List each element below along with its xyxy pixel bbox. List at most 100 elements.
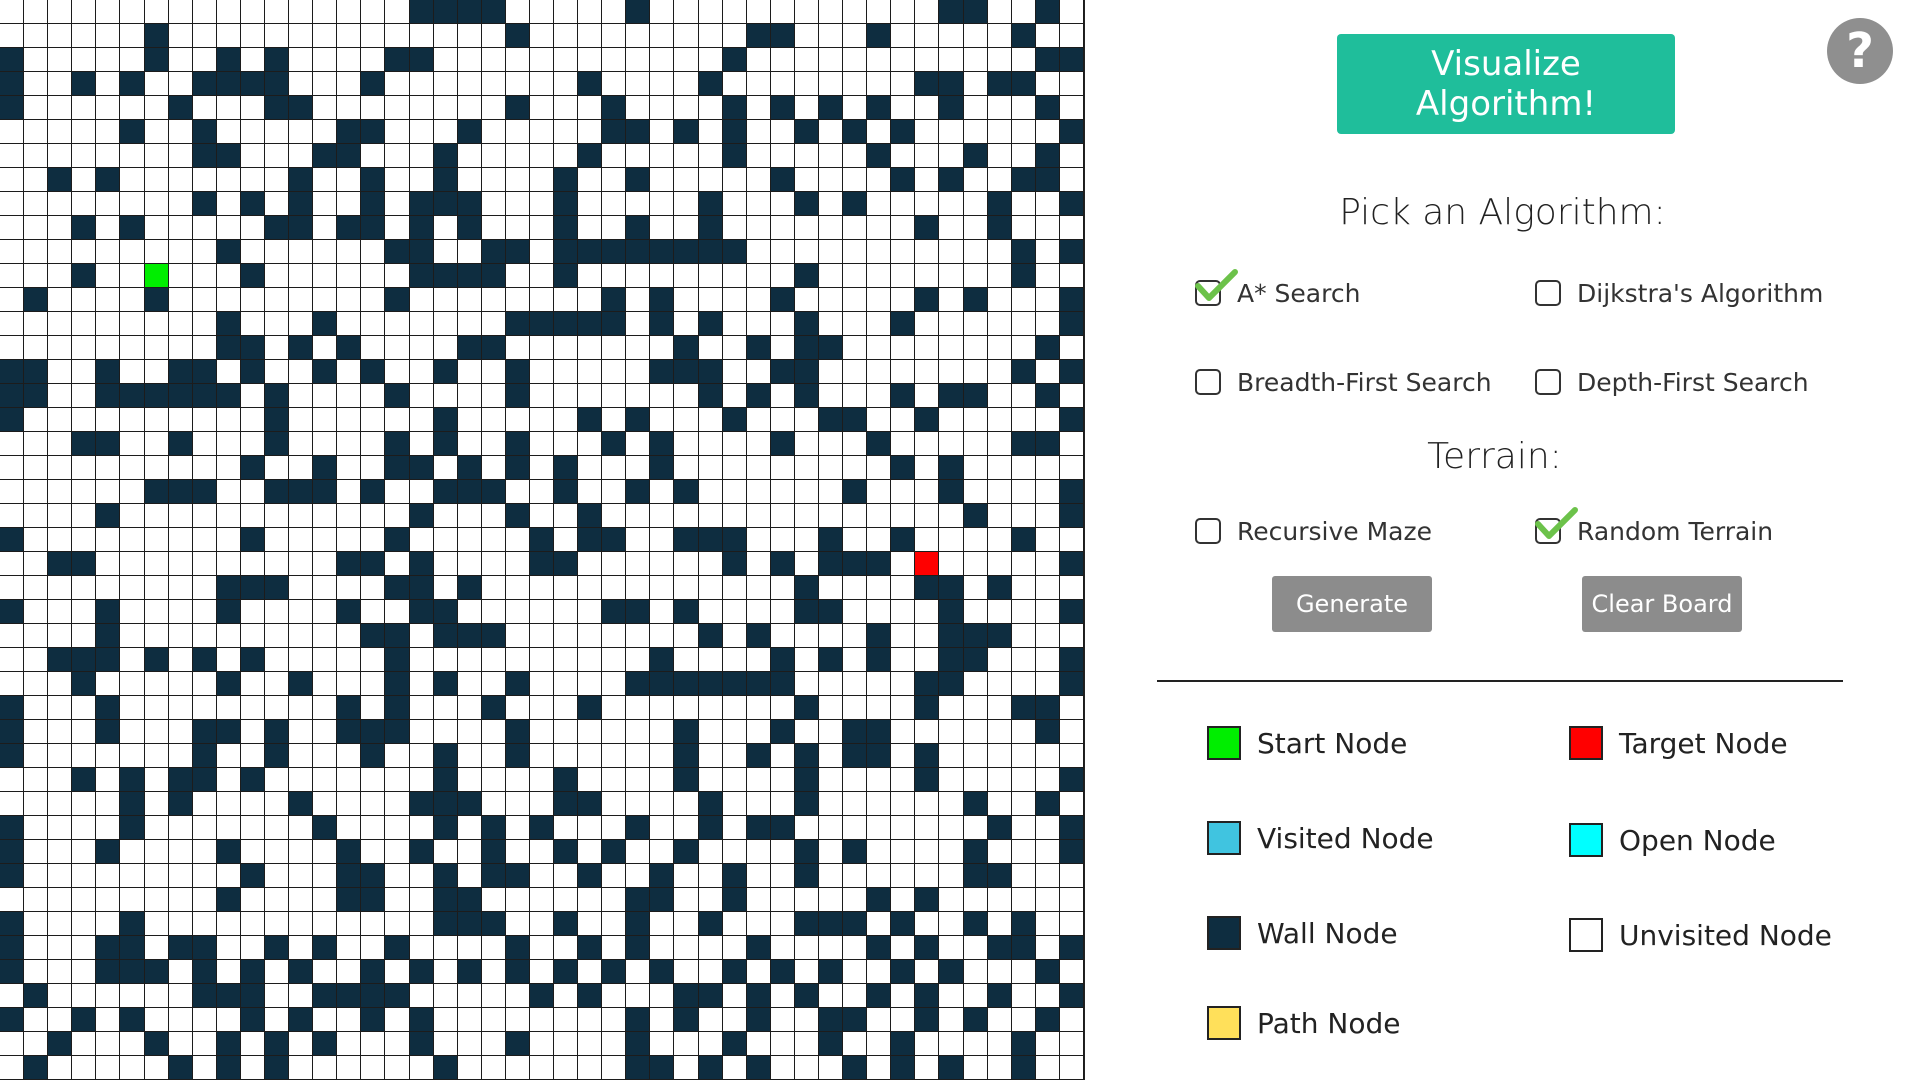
grid-cell[interactable] bbox=[72, 888, 97, 912]
grid-cell[interactable] bbox=[433, 504, 458, 528]
wall-cell[interactable] bbox=[891, 912, 916, 936]
wall-cell[interactable] bbox=[963, 288, 988, 312]
grid-cell[interactable] bbox=[216, 504, 241, 528]
grid-cell[interactable] bbox=[385, 744, 410, 768]
wall-cell[interactable] bbox=[626, 0, 651, 24]
grid-cell[interactable] bbox=[770, 120, 795, 144]
grid-cell[interactable] bbox=[24, 504, 49, 528]
wall-cell[interactable] bbox=[722, 96, 747, 120]
grid-cell[interactable] bbox=[168, 696, 193, 720]
grid-cell[interactable] bbox=[1011, 624, 1036, 648]
grid-cell[interactable] bbox=[337, 48, 362, 72]
grid-cell[interactable] bbox=[1035, 816, 1060, 840]
grid-cell[interactable] bbox=[698, 408, 723, 432]
grid-cell[interactable] bbox=[48, 0, 73, 24]
grid-cell[interactable] bbox=[1059, 912, 1084, 936]
grid-cell[interactable] bbox=[289, 1032, 314, 1056]
grid-cell[interactable] bbox=[529, 72, 555, 96]
grid-cell[interactable] bbox=[602, 1056, 627, 1080]
grid-cell[interactable] bbox=[939, 216, 964, 240]
grid-cell[interactable] bbox=[337, 192, 362, 216]
grid-cell[interactable] bbox=[72, 696, 97, 720]
grid-cell[interactable] bbox=[529, 192, 555, 216]
grid-cell[interactable] bbox=[698, 864, 723, 888]
wall-cell[interactable] bbox=[626, 216, 651, 240]
grid-cell[interactable] bbox=[385, 24, 410, 48]
grid-cell[interactable] bbox=[361, 456, 386, 480]
wall-cell[interactable] bbox=[0, 960, 25, 984]
grid-cell[interactable] bbox=[120, 408, 145, 432]
grid-cell[interactable] bbox=[96, 552, 121, 576]
grid-cell[interactable] bbox=[529, 264, 555, 288]
grid-cell[interactable] bbox=[216, 120, 241, 144]
grid-cell[interactable] bbox=[578, 648, 603, 672]
grid-cell[interactable] bbox=[168, 840, 193, 864]
wall-cell[interactable] bbox=[746, 672, 771, 696]
grid-cell[interactable] bbox=[505, 696, 530, 720]
grid-cell[interactable] bbox=[168, 24, 193, 48]
grid-cell[interactable] bbox=[457, 432, 482, 456]
grid-cell[interactable] bbox=[746, 264, 771, 288]
wall-cell[interactable] bbox=[770, 96, 795, 120]
grid-cell[interactable] bbox=[120, 456, 145, 480]
grid-cell[interactable] bbox=[48, 144, 73, 168]
grid-cell[interactable] bbox=[674, 696, 699, 720]
grid-cell[interactable] bbox=[529, 240, 555, 264]
grid-cell[interactable] bbox=[529, 792, 555, 816]
wall-cell[interactable] bbox=[529, 984, 555, 1008]
wall-cell[interactable] bbox=[361, 168, 386, 192]
wall-cell[interactable] bbox=[674, 600, 699, 624]
grid-cell[interactable] bbox=[843, 768, 868, 792]
grid-cell[interactable] bbox=[361, 408, 386, 432]
grid-cell[interactable] bbox=[602, 216, 627, 240]
grid-cell[interactable] bbox=[337, 480, 362, 504]
grid-cell[interactable] bbox=[794, 48, 820, 72]
grid-cell[interactable] bbox=[216, 264, 241, 288]
grid-cell[interactable] bbox=[72, 1032, 97, 1056]
grid-cell[interactable] bbox=[144, 1056, 169, 1080]
grid-cell[interactable] bbox=[240, 840, 265, 864]
grid-cell[interactable] bbox=[168, 312, 193, 336]
grid-cell[interactable] bbox=[361, 384, 386, 408]
grid-cell[interactable] bbox=[915, 1032, 940, 1056]
grid-cell[interactable] bbox=[433, 96, 458, 120]
grid-cell[interactable] bbox=[794, 168, 820, 192]
wall-cell[interactable] bbox=[240, 960, 265, 984]
wall-cell[interactable] bbox=[264, 72, 290, 96]
grid-cell[interactable] bbox=[337, 1032, 362, 1056]
grid-cell[interactable] bbox=[168, 552, 193, 576]
grid-cell[interactable] bbox=[48, 624, 73, 648]
grid-cell[interactable] bbox=[554, 288, 579, 312]
grid-cell[interactable] bbox=[216, 936, 241, 960]
grid-cell[interactable] bbox=[409, 72, 434, 96]
grid-cell[interactable] bbox=[674, 96, 699, 120]
grid-cell[interactable] bbox=[578, 480, 603, 504]
grid-cell[interactable] bbox=[1059, 1008, 1084, 1032]
grid-cell[interactable] bbox=[794, 24, 820, 48]
grid-cell[interactable] bbox=[722, 288, 747, 312]
grid-cell[interactable] bbox=[1011, 216, 1036, 240]
grid-cell[interactable] bbox=[891, 936, 916, 960]
grid-cell[interactable] bbox=[891, 672, 916, 696]
grid-cell[interactable] bbox=[698, 0, 723, 24]
wall-cell[interactable] bbox=[192, 768, 217, 792]
grid-cell[interactable] bbox=[987, 720, 1012, 744]
grid-cell[interactable] bbox=[529, 648, 555, 672]
grid-cell[interactable] bbox=[481, 432, 506, 456]
grid-cell[interactable] bbox=[337, 936, 362, 960]
wall-cell[interactable] bbox=[891, 528, 916, 552]
wall-cell[interactable] bbox=[794, 984, 820, 1008]
grid-cell[interactable] bbox=[698, 456, 723, 480]
grid-cell[interactable] bbox=[794, 672, 820, 696]
wall-cell[interactable] bbox=[457, 456, 482, 480]
wall-cell[interactable] bbox=[843, 192, 868, 216]
grid-cell[interactable] bbox=[48, 720, 73, 744]
grid-cell[interactable] bbox=[361, 648, 386, 672]
wall-cell[interactable] bbox=[674, 840, 699, 864]
grid-cell[interactable] bbox=[433, 576, 458, 600]
wall-cell[interactable] bbox=[1035, 0, 1060, 24]
grid-cell[interactable] bbox=[674, 1032, 699, 1056]
grid-cell[interactable] bbox=[867, 264, 892, 288]
grid-cell[interactable] bbox=[0, 672, 25, 696]
grid-cell[interactable] bbox=[746, 0, 771, 24]
